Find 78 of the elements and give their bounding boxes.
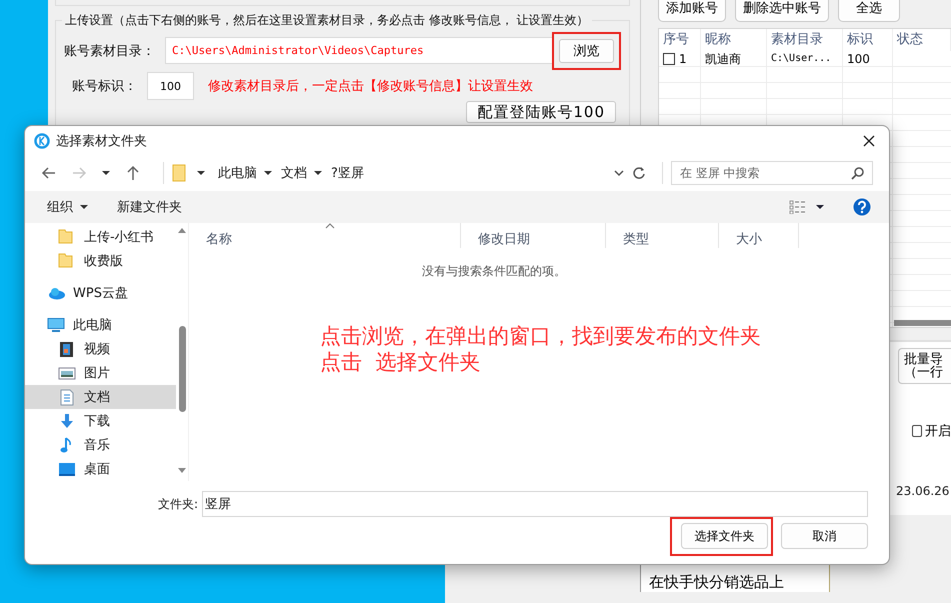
film-icon (58, 340, 76, 358)
scrollbar-thumb (894, 320, 951, 326)
scroll-down-icon[interactable] (177, 467, 187, 475)
scroll-up-icon[interactable] (177, 226, 187, 234)
up-arrow-icon[interactable] (125, 165, 141, 181)
caret-icon[interactable] (815, 202, 825, 212)
app-logo-icon (34, 133, 50, 149)
select-folder-button[interactable]: 选择文件夹 (681, 523, 768, 549)
caret-icon (79, 202, 89, 212)
nav-item[interactable]: 上传-小红书 (25, 225, 176, 249)
search-icon[interactable] (851, 166, 864, 180)
checkbox[interactable] (663, 53, 675, 65)
table-cell: 100 (847, 51, 870, 67)
table-cell: 凯迪商 (705, 51, 741, 67)
new-folder-button[interactable]: 新建文件夹 (117, 198, 182, 216)
field-label: 账号标识： (72, 78, 137, 95)
add-account-button[interactable]: 添加账号 (658, 0, 726, 22)
checkbox[interactable] (912, 425, 922, 437)
id-field[interactable]: 100 (147, 72, 194, 100)
desktop-icon (58, 460, 76, 478)
nav-item[interactable]: 文档 (25, 385, 176, 409)
nav-item[interactable]: 此电脑 (25, 313, 176, 337)
chevron-down-icon[interactable] (614, 168, 624, 178)
nav-item[interactable]: 视频 (25, 337, 176, 361)
field-label: 账号素材目录： (64, 42, 155, 60)
search-field[interactable]: 在 竖屏 中搜索 (671, 161, 873, 185)
organize-menu[interactable]: 组织 (47, 198, 89, 216)
close-icon[interactable] (862, 134, 876, 148)
breadcrumb[interactable]: 此电脑 (218, 164, 257, 182)
delete-selected-button[interactable]: 删除选中账号 (735, 0, 829, 22)
folder-path-text: C:\Users\Administrator\Videos\Captures (172, 44, 424, 57)
dialog-title: 选择素材文件夹 (56, 133, 147, 150)
sort-caret-icon (325, 223, 335, 229)
empty-message: 没有与搜索条件匹配的项。 (421, 263, 567, 280)
view-options-icon[interactable] (789, 200, 807, 214)
nav-item[interactable]: 图片 (25, 361, 176, 385)
cancel-button[interactable]: 取消 (781, 523, 868, 549)
column-header: 状态 (893, 29, 951, 51)
nav-item[interactable]: WPS云盘 (25, 281, 176, 305)
monitor-icon (47, 316, 65, 334)
column-header[interactable]: 类型 (606, 223, 719, 248)
select-all-button[interactable]: 全选 (838, 0, 900, 22)
browse-button[interactable]: 浏览 (559, 38, 614, 62)
log-text: 在快手快分销选品上 (649, 573, 784, 591)
batch-import-button[interactable]: 批量导 （一行 (898, 348, 951, 384)
column-header[interactable]: 大小 (719, 223, 799, 248)
column-header: 序号 (659, 29, 701, 51)
config-login-button[interactable]: 配置登陆账号100 (466, 101, 616, 123)
picture-icon (58, 364, 76, 382)
nav-item[interactable]: 音乐 (25, 433, 176, 457)
folder-icon (172, 164, 186, 182)
breadcrumb[interactable]: 文档 (281, 164, 307, 182)
column-header: 标识 (843, 29, 893, 51)
column-header: 昵称 (701, 29, 767, 51)
table-cell: 1 (679, 51, 687, 67)
checkbox-label: 开启 (925, 423, 951, 440)
hint-text: 修改素材目录后，一定点击【修改账号信息】让设置生效 (208, 78, 533, 95)
table-cell-text: C:\User... (771, 52, 832, 66)
nav-item[interactable]: 收费版 (25, 249, 176, 273)
field-label: 文件夹: (158, 496, 198, 512)
search-placeholder: 在 竖屏 中搜索 (680, 164, 760, 182)
help-icon[interactable] (853, 198, 871, 216)
back-arrow-icon[interactable] (41, 165, 57, 181)
column-header[interactable]: 名称 (189, 223, 461, 248)
folder-path-field[interactable]: C:\Users\Administrator\Videos\Captures (165, 37, 553, 64)
annotation-text: 点击浏览，在弹出的窗口，找到要发布的文件夹 点击 选择文件夹 (320, 323, 761, 375)
group-title: 上传设置（点击下右侧的账号，然后在这里设置素材目录，务必点击 修改账号信息， 让设置生效） (64, 12, 590, 29)
nav-item[interactable]: 桌面 (25, 457, 176, 481)
refresh-icon[interactable] (632, 166, 646, 180)
document-icon (58, 388, 76, 406)
column-header[interactable]: 修改日期 (461, 223, 606, 248)
download-arrow-icon (58, 412, 76, 430)
menu-label: 组织 (47, 199, 73, 216)
folder-name-field[interactable]: 竖屏 (202, 491, 868, 517)
column-header: 素材目录 (767, 29, 843, 51)
nav-item[interactable]: 下载 (25, 409, 176, 433)
date-text: 23.06.26 (896, 484, 950, 498)
breadcrumb[interactable]: ?竖屏 (331, 164, 364, 182)
